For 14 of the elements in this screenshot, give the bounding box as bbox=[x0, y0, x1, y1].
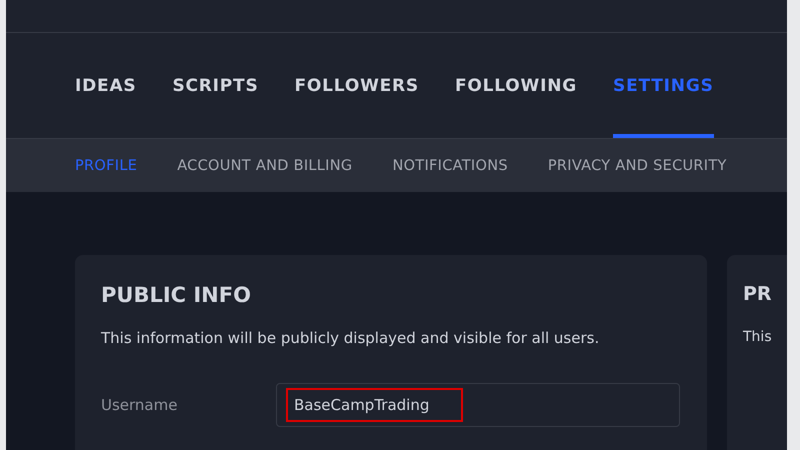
card-title: PR bbox=[743, 283, 773, 305]
field-value: BaseCampTrading bbox=[286, 388, 464, 422]
sub-tab[interactable]: ACCOUNT AND BILLING bbox=[177, 158, 352, 174]
main-tab[interactable]: IDEAS bbox=[75, 33, 136, 138]
card-description: This information will be publicly displayed and visible for all users. bbox=[101, 329, 600, 347]
main-tab[interactable]: SCRIPTS bbox=[172, 33, 258, 138]
main-tab[interactable]: FOLLOWERS bbox=[294, 33, 419, 138]
username-field[interactable]: BaseCampTrading bbox=[276, 383, 680, 427]
sub-tab[interactable]: NOTIFICATIONS bbox=[392, 158, 508, 174]
field-label: Username bbox=[101, 396, 178, 414]
card-description: This bbox=[743, 329, 773, 345]
sub-tab[interactable]: PRIVACY AND SECURITY bbox=[548, 158, 727, 174]
main-tab[interactable]: FOLLOWING bbox=[454, 33, 578, 138]
card-title: PUBLIC INFO bbox=[101, 283, 252, 307]
